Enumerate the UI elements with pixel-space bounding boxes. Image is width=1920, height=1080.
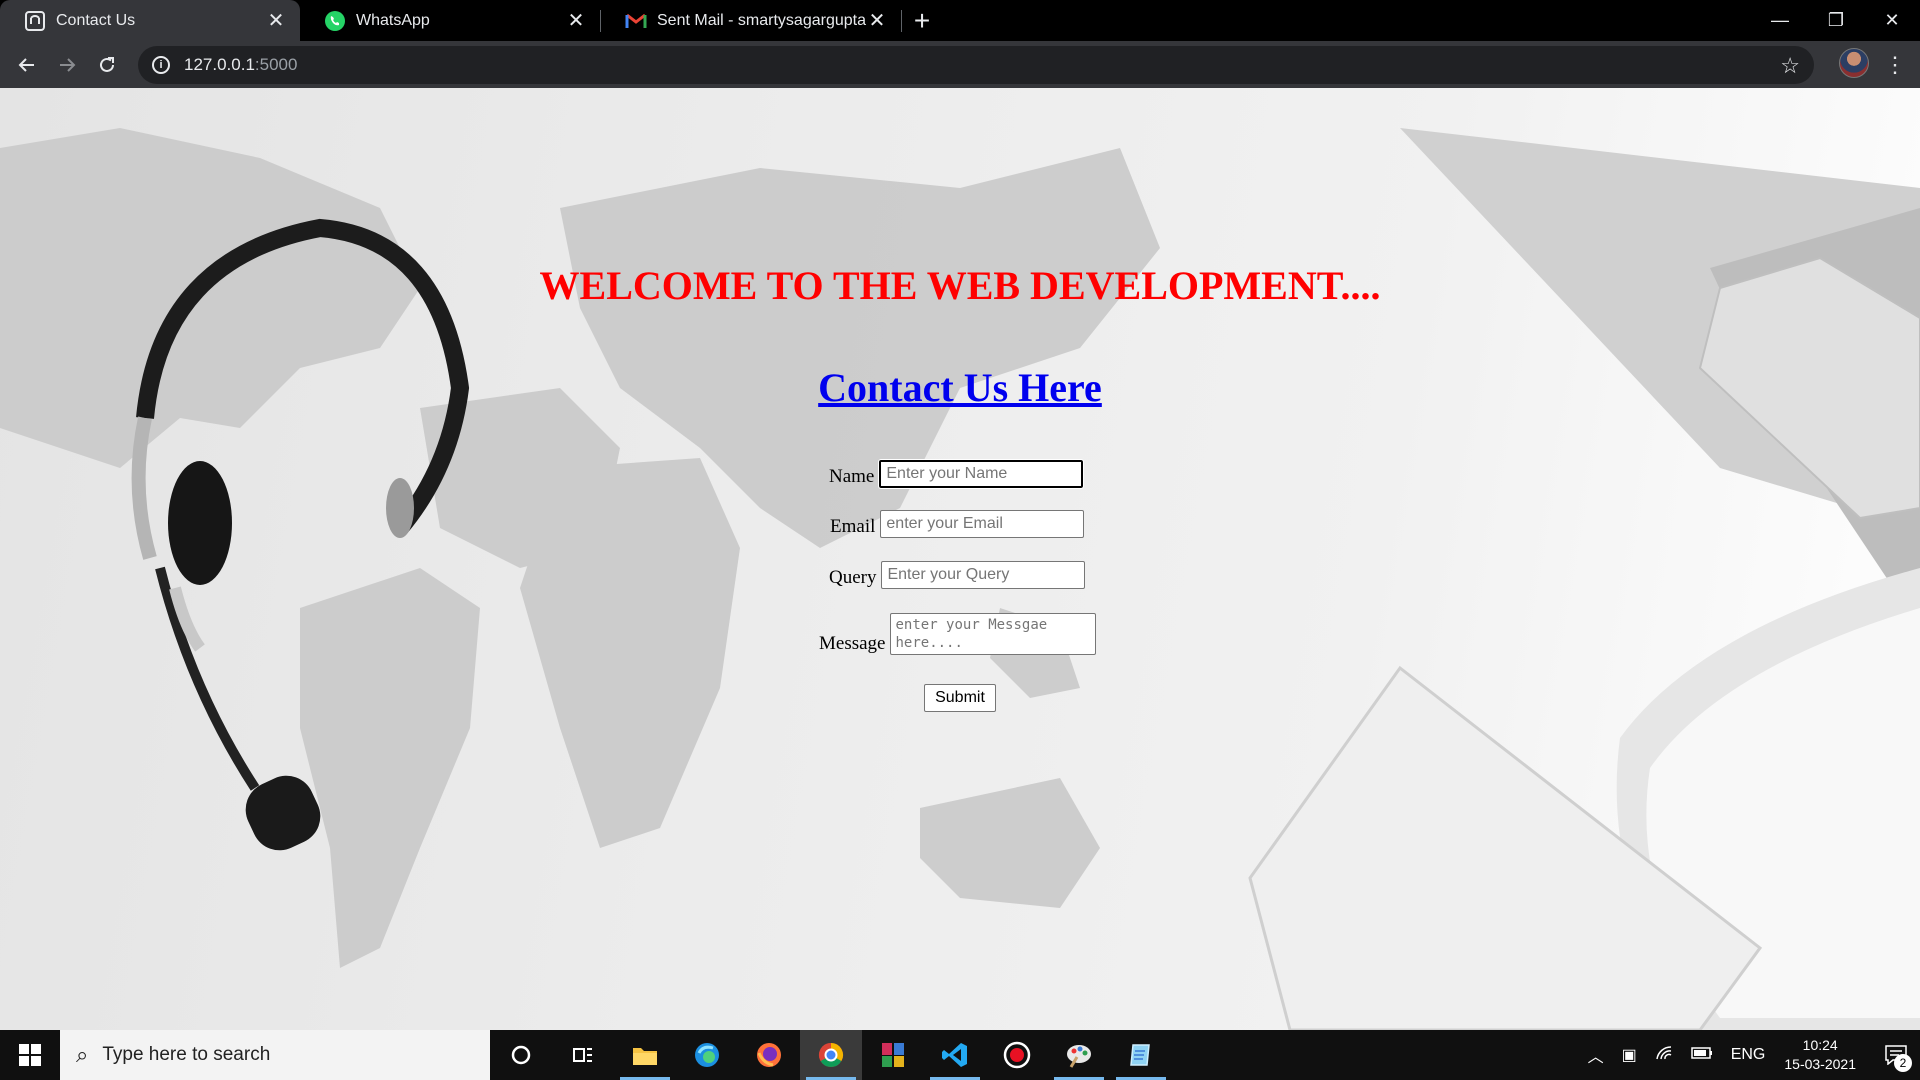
vscode-icon [942, 1043, 967, 1067]
winrar-icon [882, 1043, 904, 1067]
edge-icon [695, 1043, 719, 1067]
url-host: 127.0.0.1 [184, 55, 255, 74]
browser-toolbar: i 127.0.0.1:5000 ☆ ⋮ [0, 41, 1920, 88]
contact-page: WELCOME TO THE WEB DEVELOPMENT.... Conta… [0, 88, 1920, 1030]
vscode-button[interactable] [924, 1030, 986, 1080]
page-loading-icon [24, 10, 46, 32]
close-icon[interactable]: ✕ [566, 10, 586, 32]
windows-logo-icon [19, 1044, 41, 1066]
clock-date: 15-03-2021 [1784, 1056, 1856, 1072]
email-row: Email [830, 510, 1085, 538]
cortana-button[interactable] [490, 1030, 552, 1080]
screen-recorder-icon [1003, 1041, 1031, 1069]
name-input[interactable] [878, 459, 1085, 489]
search-placeholder: Type here to search [102, 1044, 271, 1065]
chevron-up-icon[interactable]: ︿ [1588, 1043, 1604, 1067]
tab-whatsapp[interactable]: WhatsApp ✕ [300, 0, 600, 41]
browser-menu-icon[interactable]: ⋮ [1882, 46, 1908, 84]
restore-button[interactable]: ❐ [1808, 0, 1864, 41]
profile-avatar[interactable] [1839, 48, 1869, 78]
arrow-right-icon [60, 57, 76, 72]
paint-icon [1067, 1045, 1091, 1068]
message-row: Message [819, 613, 1097, 655]
reload-icon [100, 56, 114, 72]
chrome-icon [818, 1043, 844, 1068]
minimize-button[interactable]: — [1752, 0, 1808, 41]
bookmark-star-icon[interactable]: ☆ [1780, 53, 1800, 79]
clock[interactable]: 10:24 15-03-2021 [1784, 1036, 1856, 1074]
system-tray: ︿ ▣ ENG 10:24 15-03-2021 2 [1579, 1030, 1920, 1080]
whatsapp-icon [324, 10, 346, 32]
gmail-icon [625, 10, 647, 32]
edge-button[interactable] [676, 1030, 738, 1080]
close-icon[interactable]: ✕ [266, 10, 286, 32]
tab-title: WhatsApp [356, 11, 430, 29]
back-button[interactable] [7, 45, 47, 85]
search-icon: ⌕ [76, 1042, 89, 1067]
action-center-button[interactable]: 2 [1872, 1030, 1920, 1080]
notepad-icon [1130, 1044, 1150, 1066]
arrow-left-icon [18, 57, 34, 72]
tab-title: Sent Mail - smartysagargupta161 [657, 11, 867, 29]
address-bar[interactable]: i 127.0.0.1:5000 ☆ [138, 46, 1814, 84]
submit-button[interactable]: Submit [924, 684, 996, 712]
cortana-icon [511, 1045, 531, 1065]
file-explorer-button[interactable] [614, 1030, 676, 1080]
paint-button[interactable] [1048, 1030, 1110, 1080]
meet-now-icon[interactable]: ▣ [1622, 1045, 1637, 1065]
tab-strip: Contact Us ✕ WhatsApp ✕ Sent Mail - smar… [0, 0, 1920, 41]
reload-button[interactable] [87, 45, 127, 85]
windows-taskbar: ⌕ Type here to search ︿ ▣ ENG 10:24 15-0… [0, 1030, 1920, 1080]
site-info-icon[interactable]: i [152, 56, 170, 74]
close-window-button[interactable]: ✕ [1864, 0, 1920, 41]
message-textarea[interactable] [890, 613, 1097, 655]
language-indicator[interactable]: ENG [1731, 1046, 1766, 1064]
contact-heading: Contact Us Here [0, 364, 1920, 411]
welcome-heading: WELCOME TO THE WEB DEVELOPMENT.... [539, 263, 1381, 308]
query-input[interactable] [881, 561, 1086, 589]
notepad-button[interactable] [1110, 1030, 1172, 1080]
tab-contact-us[interactable]: Contact Us ✕ [0, 0, 300, 41]
url-port: :5000 [254, 55, 298, 74]
firefox-button[interactable] [738, 1030, 800, 1080]
notification-badge: 2 [1894, 1054, 1912, 1072]
page-viewport: WELCOME TO THE WEB DEVELOPMENT.... Conta… [0, 88, 1920, 1030]
close-icon[interactable]: ✕ [867, 10, 887, 32]
file-explorer-icon [633, 1048, 657, 1065]
screen-recorder-button[interactable] [986, 1030, 1048, 1080]
start-button[interactable] [0, 1030, 60, 1080]
forward-button[interactable] [47, 45, 87, 85]
query-label: Query [829, 567, 877, 588]
email-label: Email [830, 516, 876, 537]
task-view-icon [573, 1048, 592, 1062]
winrar-button[interactable] [862, 1030, 924, 1080]
taskbar-search-box[interactable]: ⌕ Type here to search [60, 1030, 490, 1080]
email-input[interactable] [880, 510, 1085, 538]
tab-title: Contact Us [56, 11, 136, 29]
message-label: Message [819, 633, 886, 654]
clock-time: 10:24 [1802, 1037, 1838, 1053]
chrome-button[interactable] [800, 1030, 862, 1080]
new-tab-button[interactable]: + [902, 0, 942, 41]
contact-us-link[interactable]: Contact Us Here [818, 365, 1102, 410]
firefox-icon [757, 1043, 781, 1067]
battery-icon[interactable] [1690, 1046, 1713, 1064]
name-label: Name [829, 466, 875, 487]
wifi-icon[interactable] [1655, 1045, 1673, 1066]
query-row: Query [829, 561, 1086, 589]
tab-sent-mail[interactable]: Sent Mail - smartysagargupta161 ✕ [601, 0, 901, 41]
task-view-button[interactable] [552, 1030, 614, 1080]
name-row: Name [829, 459, 1085, 489]
